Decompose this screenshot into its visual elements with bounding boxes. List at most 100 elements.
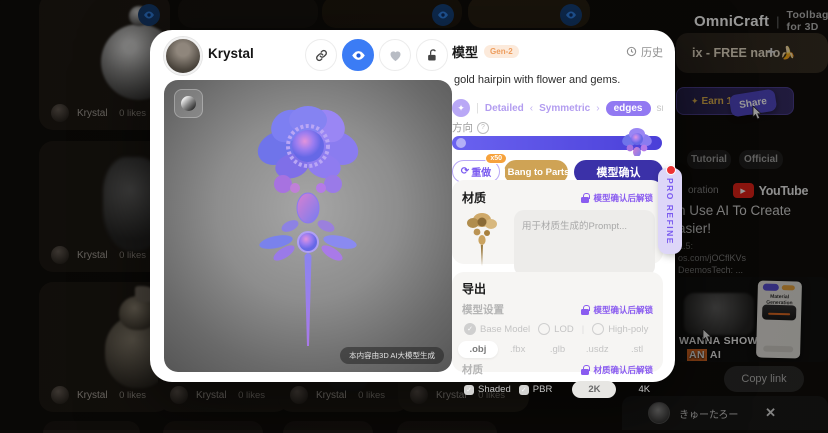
tag-edges[interactable]: edges xyxy=(606,101,651,116)
app-header: OmniCraft | Toolbag for 3D xyxy=(694,9,828,33)
tag-detailed[interactable]: Detailed xyxy=(485,103,524,114)
3d-viewer[interactable]: 本内容由3D AI大模型生成 xyxy=(164,80,452,372)
author-name[interactable]: Krystal xyxy=(77,108,119,119)
slider-thumb[interactable] xyxy=(456,138,466,148)
model-locked-hint: 模型确认后解锁 xyxy=(593,304,653,316)
option-label: Shaded xyxy=(478,384,511,395)
car-image xyxy=(684,293,754,335)
model-card[interactable] xyxy=(397,421,497,433)
direction-slider[interactable] xyxy=(452,136,662,150)
eye-icon[interactable] xyxy=(560,4,582,26)
ai-watermark: 本内容由3D AI大模型生成 xyxy=(340,347,444,364)
format-stl[interactable]: .stl xyxy=(617,344,657,355)
history-button[interactable]: 历史 xyxy=(626,44,663,60)
share-link-button[interactable] xyxy=(305,39,337,71)
youtube-wordmark[interactable]: YouTube xyxy=(759,184,809,198)
lock-toggle-button[interactable] xyxy=(416,39,448,71)
redo-icon: ⟳ xyxy=(461,166,469,177)
model-card[interactable] xyxy=(178,0,318,28)
video-title-line2: asier! xyxy=(678,221,711,236)
likes-count: 0 likes xyxy=(119,250,146,261)
plus-icon[interactable]: + xyxy=(767,44,776,62)
eye-icon[interactable] xyxy=(138,4,160,26)
promo-banner[interactable]: ix - FREE nano🍌 + xyxy=(676,33,828,73)
material-preview-image[interactable] xyxy=(458,210,514,268)
video-meta: DeemosTech: ... xyxy=(678,265,743,275)
ui-preview-card: Material Generation xyxy=(756,280,802,358)
eye-icon[interactable] xyxy=(432,4,454,26)
render-mode-button[interactable] xyxy=(174,89,203,118)
model-card[interactable] xyxy=(43,421,140,433)
like-button[interactable] xyxy=(379,39,411,71)
gen-version-badge: Gen-2 xyxy=(484,45,519,58)
tag-symmetric[interactable]: Symmetric xyxy=(539,103,590,114)
channel-text: oration xyxy=(688,185,719,196)
social-username: きゅーたろー xyxy=(679,406,765,421)
resolution-4k[interactable]: 4K xyxy=(638,384,650,395)
section-title-model: 模型 xyxy=(452,42,478,61)
chevron-left-icon[interactable]: ‹ xyxy=(530,103,533,114)
option-label: High-poly xyxy=(608,324,648,335)
heart-icon xyxy=(388,48,403,63)
option-pbr[interactable]: ✓PBR xyxy=(519,384,553,395)
lock-icon xyxy=(581,305,589,315)
tab-official[interactable]: Official xyxy=(739,150,783,169)
format-usdz[interactable]: .usdz xyxy=(577,344,617,355)
video-meta-link[interactable]: os.com/jOCflKVs xyxy=(678,253,746,263)
brand-logo[interactable]: OmniCraft xyxy=(694,13,769,30)
info-icon[interactable]: ? xyxy=(477,122,489,134)
model-card[interactable] xyxy=(468,0,590,28)
tab-tutorial[interactable]: Tutorial xyxy=(687,150,731,169)
material-locked-hint: 模型确认后解锁 xyxy=(593,192,653,204)
visibility-button[interactable] xyxy=(342,39,374,71)
avatar xyxy=(170,386,188,404)
social-bar[interactable]: きゅーたろー ✕ xyxy=(622,396,828,430)
model-card[interactable] xyxy=(283,421,373,433)
magic-icon[interactable]: ✦ xyxy=(452,99,470,117)
cursor-icon xyxy=(752,106,764,120)
model-detail-modal: Krystal xyxy=(150,30,675,382)
3d-model-hairpin[interactable] xyxy=(238,96,378,352)
format-fbx[interactable]: .fbx xyxy=(498,344,538,355)
video-thumbnail[interactable]: WANNA SHOW YOU AN AI Material Generation xyxy=(676,277,828,362)
pro-refine-tab[interactable]: PRO REFINE xyxy=(658,168,682,254)
direction-label: 方向 xyxy=(452,120,473,135)
model-prompt-text[interactable]: gold hairpin with flower and gems. xyxy=(454,74,620,86)
model-card[interactable] xyxy=(322,0,462,28)
link-icon xyxy=(314,48,329,63)
likes-count: 0 likes xyxy=(358,390,385,401)
redo-label: 重做 xyxy=(471,164,491,179)
option-lod[interactable]: LOD xyxy=(538,323,574,335)
divider: | xyxy=(582,324,584,335)
direction-row: 方向 ? xyxy=(452,120,489,135)
notification-dot xyxy=(666,165,676,175)
x-logo-icon[interactable]: ✕ xyxy=(765,405,776,421)
author-name[interactable]: Krystal xyxy=(208,46,254,61)
option-label: LOD xyxy=(554,324,574,335)
format-glb[interactable]: .glb xyxy=(538,344,578,355)
option-shaded[interactable]: ✓Shaded xyxy=(464,384,511,395)
option-label: Base Model xyxy=(480,324,530,335)
avatar[interactable] xyxy=(164,37,202,75)
resolution-2k[interactable]: 2K xyxy=(572,381,616,398)
section-title-material: 材质 xyxy=(462,189,486,206)
card-footer: Krystal 0 likes xyxy=(51,246,160,264)
material-prompt-input[interactable] xyxy=(514,210,655,276)
author-name[interactable]: Krystal xyxy=(316,390,358,401)
eye-icon xyxy=(351,48,366,63)
copy-link-button[interactable]: Copy link xyxy=(724,366,804,392)
avatar xyxy=(648,402,670,424)
model-card[interactable] xyxy=(163,421,263,433)
format-obj[interactable]: .obj xyxy=(458,341,498,358)
chevron-right-icon[interactable]: › xyxy=(596,103,599,114)
divider: | xyxy=(476,102,479,114)
author-name[interactable]: Krystal xyxy=(77,250,119,261)
author-name[interactable]: Krystal xyxy=(196,390,238,401)
option-high-poly[interactable]: High-poly xyxy=(592,323,648,335)
youtube-play-icon[interactable]: ▶ xyxy=(733,183,754,198)
option-base-model[interactable]: ✓Base Model xyxy=(464,323,530,335)
slider-model-preview xyxy=(618,126,656,156)
author-name[interactable]: Krystal xyxy=(77,390,119,401)
tag-truncated[interactable]: smo xyxy=(657,103,664,114)
brand-tagline: Toolbag for 3D xyxy=(787,9,828,33)
